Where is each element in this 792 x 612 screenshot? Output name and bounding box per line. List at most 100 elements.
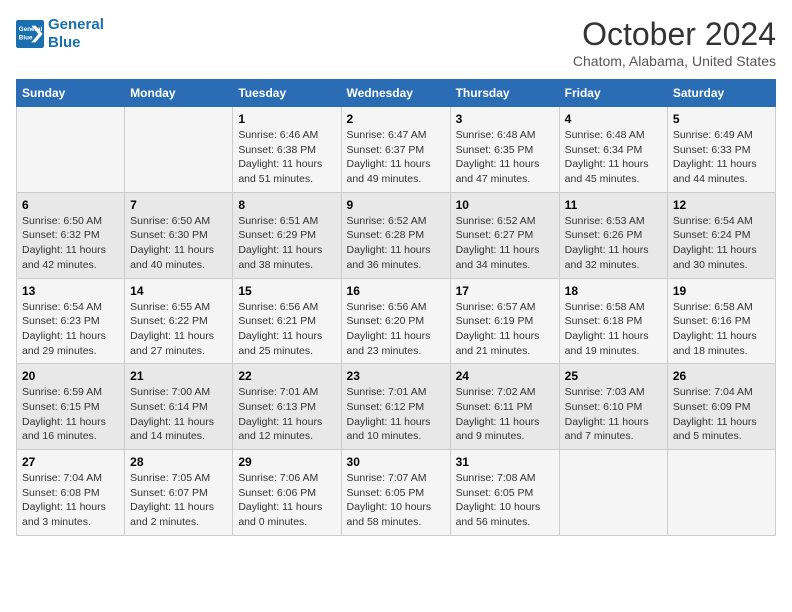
calendar-cell: 23Sunrise: 7:01 AM Sunset: 6:12 PM Dayli… <box>341 364 450 450</box>
calendar-cell: 31 Sunrise: 7:08 AM Sunset: 6:05 PM Dayli… <box>450 450 559 536</box>
day-number: 20 <box>22 369 119 383</box>
calendar-cell: 4 Sunrise: 6:48 AM Sunset: 6:34 PM Daylig… <box>559 107 667 193</box>
calendar-cell: 15Sunrise: 6:56 AM Sunset: 6:21 PM Dayli… <box>233 278 341 364</box>
calendar-week-5: 27 Sunrise: 7:04 AM Sunset: 6:08 PM Dayli… <box>17 450 776 536</box>
calendar-week-4: 20 Sunrise: 6:59 AM Sunset: 6:15 PM Dayli… <box>17 364 776 450</box>
title-block: October 2024 Chatom, Alabama, United Sta… <box>573 16 776 69</box>
calendar-cell <box>17 107 125 193</box>
calendar-week-2: 6 Sunrise: 6:50 AM Sunset: 6:32 PM Daylig… <box>17 192 776 278</box>
header-cell-sunday: Sunday <box>17 80 125 107</box>
main-title: October 2024 <box>573 16 776 53</box>
header-cell-wednesday: Wednesday <box>341 80 450 107</box>
subtitle: Chatom, Alabama, United States <box>573 53 776 69</box>
calendar-cell: 17Sunrise: 6:57 AM Sunset: 6:19 PM Dayli… <box>450 278 559 364</box>
logo-text: General Blue <box>48 16 104 52</box>
calendar-cell: 26Sunrise: 7:04 AM Sunset: 6:09 PM Dayli… <box>667 364 775 450</box>
calendar-cell: 22Sunrise: 7:01 AM Sunset: 6:13 PM Dayli… <box>233 364 341 450</box>
day-number: 14 <box>130 284 227 298</box>
header-cell-thursday: Thursday <box>450 80 559 107</box>
day-number: 31 <box>456 455 554 469</box>
calendar-cell <box>559 450 667 536</box>
day-number: 27 <box>22 455 119 469</box>
day-detail: Sunrise: 6:47 AM Sunset: 6:37 PM Dayligh… <box>347 128 445 187</box>
calendar-cell: 27 Sunrise: 7:04 AM Sunset: 6:08 PM Dayli… <box>17 450 125 536</box>
day-number: 24 <box>456 369 554 383</box>
calendar-cell <box>125 107 233 193</box>
calendar-week-1: 1Sunrise: 6:46 AM Sunset: 6:38 PM Daylig… <box>17 107 776 193</box>
day-number: 9 <box>347 198 445 212</box>
day-detail: Sunrise: 6:53 AM Sunset: 6:26 PM Dayligh… <box>565 214 662 273</box>
calendar-cell: 13 Sunrise: 6:54 AM Sunset: 6:23 PM Dayli… <box>17 278 125 364</box>
calendar-cell: 21 Sunrise: 7:00 AM Sunset: 6:14 PM Dayli… <box>125 364 233 450</box>
day-detail: Sunrise: 7:00 AM Sunset: 6:14 PM Dayligh… <box>130 385 227 444</box>
day-detail: Sunrise: 7:03 AM Sunset: 6:10 PM Dayligh… <box>565 385 662 444</box>
day-detail: Sunrise: 7:08 AM Sunset: 6:05 PM Dayligh… <box>456 471 554 530</box>
day-number: 30 <box>347 455 445 469</box>
logo-icon: General Blue <box>16 20 44 48</box>
day-number: 5 <box>673 112 770 126</box>
calendar-cell: 9 Sunrise: 6:52 AM Sunset: 6:28 PM Daylig… <box>341 192 450 278</box>
calendar-cell <box>667 450 775 536</box>
day-detail: Sunrise: 7:05 AM Sunset: 6:07 PM Dayligh… <box>130 471 227 530</box>
day-number: 28 <box>130 455 227 469</box>
day-number: 10 <box>456 198 554 212</box>
day-number: 29 <box>238 455 335 469</box>
day-detail: Sunrise: 6:58 AM Sunset: 6:18 PM Dayligh… <box>565 300 662 359</box>
day-detail: Sunrise: 7:06 AM Sunset: 6:06 PM Dayligh… <box>238 471 335 530</box>
day-number: 13 <box>22 284 119 298</box>
calendar-cell: 2 Sunrise: 6:47 AM Sunset: 6:37 PM Daylig… <box>341 107 450 193</box>
calendar-cell: 5 Sunrise: 6:49 AM Sunset: 6:33 PM Daylig… <box>667 107 775 193</box>
header-cell-tuesday: Tuesday <box>233 80 341 107</box>
day-detail: Sunrise: 6:54 AM Sunset: 6:23 PM Dayligh… <box>22 300 119 359</box>
svg-text:General: General <box>19 26 43 33</box>
calendar-cell: 11 Sunrise: 6:53 AM Sunset: 6:26 PM Dayli… <box>559 192 667 278</box>
day-number: 15 <box>238 284 335 298</box>
calendar-cell: 29 Sunrise: 7:06 AM Sunset: 6:06 PM Dayli… <box>233 450 341 536</box>
calendar-cell: 20 Sunrise: 6:59 AM Sunset: 6:15 PM Dayli… <box>17 364 125 450</box>
day-number: 12 <box>673 198 770 212</box>
svg-text:Blue: Blue <box>19 35 33 42</box>
calendar-cell: 3Sunrise: 6:48 AM Sunset: 6:35 PM Daylig… <box>450 107 559 193</box>
calendar-cell: 24 Sunrise: 7:02 AM Sunset: 6:11 PM Dayli… <box>450 364 559 450</box>
day-detail: Sunrise: 6:52 AM Sunset: 6:28 PM Dayligh… <box>347 214 445 273</box>
day-number: 25 <box>565 369 662 383</box>
day-number: 11 <box>565 198 662 212</box>
day-number: 17 <box>456 284 554 298</box>
day-detail: Sunrise: 7:04 AM Sunset: 6:08 PM Dayligh… <box>22 471 119 530</box>
day-detail: Sunrise: 6:51 AM Sunset: 6:29 PM Dayligh… <box>238 214 335 273</box>
calendar-cell: 6 Sunrise: 6:50 AM Sunset: 6:32 PM Daylig… <box>17 192 125 278</box>
day-detail: Sunrise: 7:02 AM Sunset: 6:11 PM Dayligh… <box>456 385 554 444</box>
day-number: 4 <box>565 112 662 126</box>
header-cell-friday: Friday <box>559 80 667 107</box>
day-detail: Sunrise: 6:48 AM Sunset: 6:34 PM Dayligh… <box>565 128 662 187</box>
day-detail: Sunrise: 7:01 AM Sunset: 6:12 PM Dayligh… <box>347 385 445 444</box>
day-detail: Sunrise: 6:49 AM Sunset: 6:33 PM Dayligh… <box>673 128 770 187</box>
day-detail: Sunrise: 6:55 AM Sunset: 6:22 PM Dayligh… <box>130 300 227 359</box>
calendar-cell: 30 Sunrise: 7:07 AM Sunset: 6:05 PM Dayli… <box>341 450 450 536</box>
calendar-cell: 28 Sunrise: 7:05 AM Sunset: 6:07 PM Dayli… <box>125 450 233 536</box>
day-detail: Sunrise: 7:07 AM Sunset: 6:05 PM Dayligh… <box>347 471 445 530</box>
day-number: 16 <box>347 284 445 298</box>
day-detail: Sunrise: 6:50 AM Sunset: 6:30 PM Dayligh… <box>130 214 227 273</box>
header-cell-monday: Monday <box>125 80 233 107</box>
day-detail: Sunrise: 6:52 AM Sunset: 6:27 PM Dayligh… <box>456 214 554 273</box>
day-number: 21 <box>130 369 227 383</box>
day-number: 8 <box>238 198 335 212</box>
day-number: 2 <box>347 112 445 126</box>
day-detail: Sunrise: 7:01 AM Sunset: 6:13 PM Dayligh… <box>238 385 335 444</box>
day-detail: Sunrise: 7:04 AM Sunset: 6:09 PM Dayligh… <box>673 385 770 444</box>
day-detail: Sunrise: 6:50 AM Sunset: 6:32 PM Dayligh… <box>22 214 119 273</box>
header-row: SundayMondayTuesdayWednesdayThursdayFrid… <box>17 80 776 107</box>
calendar-cell: 19Sunrise: 6:58 AM Sunset: 6:16 PM Dayli… <box>667 278 775 364</box>
calendar-cell: 1Sunrise: 6:46 AM Sunset: 6:38 PM Daylig… <box>233 107 341 193</box>
day-number: 6 <box>22 198 119 212</box>
calendar-cell: 8 Sunrise: 6:51 AM Sunset: 6:29 PM Daylig… <box>233 192 341 278</box>
logo: General Blue General Blue <box>16 16 104 52</box>
calendar-cell: 16 Sunrise: 6:56 AM Sunset: 6:20 PM Dayli… <box>341 278 450 364</box>
day-detail: Sunrise: 6:56 AM Sunset: 6:20 PM Dayligh… <box>347 300 445 359</box>
day-detail: Sunrise: 6:59 AM Sunset: 6:15 PM Dayligh… <box>22 385 119 444</box>
calendar-week-3: 13 Sunrise: 6:54 AM Sunset: 6:23 PM Dayli… <box>17 278 776 364</box>
calendar-cell: 18 Sunrise: 6:58 AM Sunset: 6:18 PM Dayli… <box>559 278 667 364</box>
day-number: 7 <box>130 198 227 212</box>
day-number: 18 <box>565 284 662 298</box>
